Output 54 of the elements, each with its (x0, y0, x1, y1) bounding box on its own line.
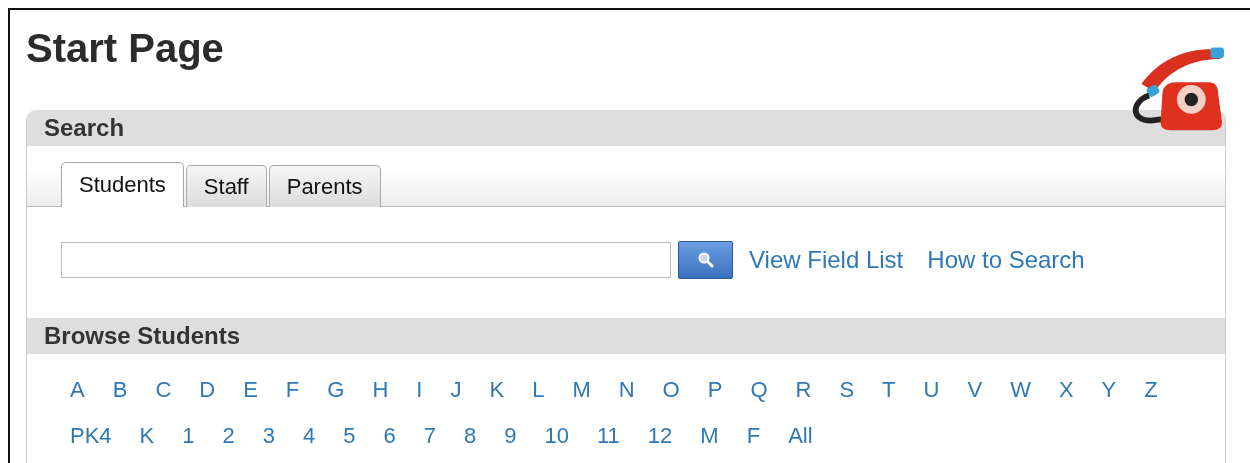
letter-link[interactable]: X (1058, 372, 1074, 408)
letter-link[interactable]: V (967, 372, 983, 408)
grade-link[interactable]: M (700, 418, 719, 454)
letter-link[interactable]: L (532, 372, 545, 408)
letter-link[interactable]: G (327, 372, 345, 408)
grade-link[interactable]: 6 (383, 418, 396, 454)
letter-link[interactable]: Z (1144, 372, 1158, 408)
link[interactable]: View Field List (749, 246, 904, 274)
letter-link[interactable]: D (199, 372, 216, 408)
grade-link[interactable]: 12 (647, 418, 673, 454)
tab[interactable]: Staff (185, 165, 267, 207)
search-button[interactable] (678, 241, 733, 279)
grade-link[interactable]: K (139, 418, 155, 454)
letter-link[interactable]: T (882, 372, 896, 408)
letter-link[interactable]: Y (1101, 372, 1117, 408)
tab[interactable]: Parents (268, 165, 381, 207)
tab[interactable]: Students (61, 162, 184, 207)
letter-link[interactable]: R (795, 372, 812, 408)
letter-link[interactable]: C (155, 372, 172, 408)
search-field[interactable] (61, 242, 671, 278)
letter-link[interactable]: K (489, 372, 505, 408)
letter-link[interactable]: E (243, 372, 258, 408)
letter-link[interactable]: A (70, 372, 85, 408)
grade-link[interactable]: PK4 (70, 418, 112, 454)
grade-link[interactable]: 11 (597, 418, 620, 454)
grade-link[interactable]: 10 (544, 418, 569, 454)
grade-link[interactable]: 3 (262, 418, 276, 454)
letter-link[interactable]: N (618, 372, 635, 408)
grade-link[interactable]: 7 (423, 418, 437, 454)
letter-link[interactable]: P (707, 372, 723, 408)
grade-link[interactable]: F (746, 418, 761, 454)
search-icon (696, 251, 715, 269)
letter-link[interactable]: M (572, 372, 591, 408)
section-title: Browse Students (44, 322, 241, 350)
letter-link[interactable]: F (285, 372, 300, 408)
grade-link[interactable]: 5 (343, 418, 356, 454)
letter-link[interactable]: I (416, 372, 423, 408)
letter-link[interactable]: H (372, 372, 389, 408)
section-title: Search (44, 114, 125, 142)
grade-link[interactable]: 8 (464, 418, 477, 454)
letter-link[interactable]: B (112, 372, 128, 408)
grade-link[interactable]: 1 (182, 418, 195, 454)
letter-link[interactable]: W (1010, 372, 1031, 408)
page-title: Start Page (26, 26, 224, 72)
link[interactable]: How to Search (927, 246, 1085, 274)
letter-link[interactable]: J (450, 372, 462, 408)
grade-link[interactable]: All (788, 418, 813, 454)
grade-link[interactable]: 9 (504, 418, 517, 454)
letter-link[interactable]: O (662, 372, 680, 408)
letter-link[interactable]: U (923, 372, 940, 408)
letter-link[interactable]: S (839, 372, 855, 408)
grade-link[interactable]: 2 (222, 418, 235, 454)
letter-link[interactable]: Q (750, 372, 768, 408)
grade-link[interactable]: 4 (303, 418, 316, 454)
